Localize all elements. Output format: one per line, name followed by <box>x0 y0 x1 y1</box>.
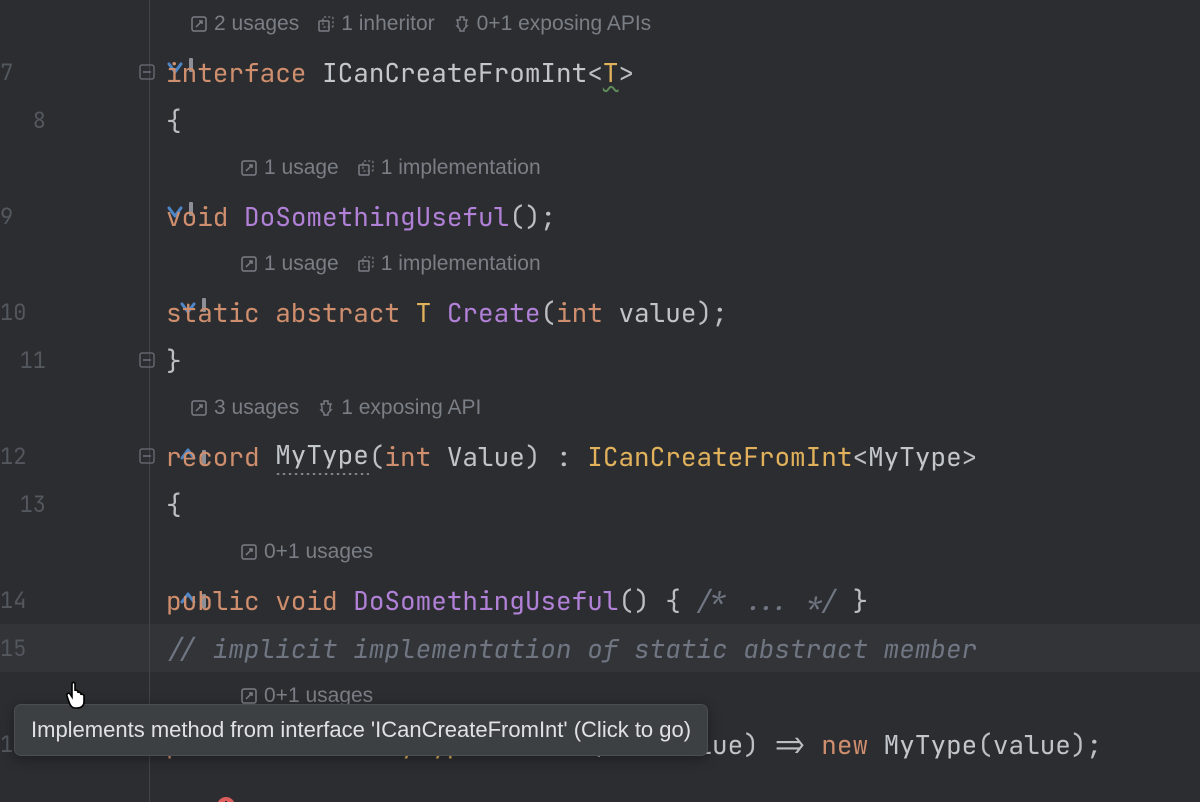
line-number: 9 <box>0 202 13 231</box>
code-line[interactable]: } <box>150 336 1200 384</box>
gutter-row[interactable]: 9 <box>0 192 149 240</box>
line-number: 14 <box>0 586 26 615</box>
codelens[interactable]: 2 usages 1 inheritor 0+1 exposing APIs <box>150 0 1200 48</box>
codelens-exposing: 1 exposing API <box>341 396 481 420</box>
line-number: 13 <box>0 490 46 519</box>
code-area[interactable]: 2 usages 1 inheritor 0+1 exposing APIs i… <box>150 0 1200 768</box>
code-line[interactable]: static abstract T Create(int value); <box>150 288 1200 336</box>
codelens-impl: 1 implementation <box>381 156 541 180</box>
codelens[interactable]: 1 usage 1 implementation <box>150 144 1200 192</box>
gutter-row[interactable]: 13 <box>0 480 149 528</box>
code-line[interactable]: { <box>150 96 1200 144</box>
gutter-row[interactable]: 15 <box>0 624 149 672</box>
code-line[interactable]: // implicit implementation of static abs… <box>150 624 1200 672</box>
codelens-inheritor: 1 inheritor <box>341 12 434 36</box>
line-number: 7 <box>0 58 13 87</box>
gutter-row[interactable]: 7 <box>0 48 149 96</box>
codelens[interactable]: 0+1 usages <box>150 528 1200 576</box>
tooltip-text: Implements method from interface 'ICanCr… <box>31 717 691 742</box>
codelens-impl: 1 implementation <box>381 252 541 276</box>
code-line[interactable]: interface ICanCreateFromInt<T> <box>150 48 1200 96</box>
codelens-usages: 1 usage <box>264 156 339 180</box>
line-number: 8 <box>0 106 46 135</box>
pointer-cursor-icon <box>62 680 86 704</box>
line-number: 15 <box>0 634 26 663</box>
line-number: 10 <box>0 298 26 327</box>
line-number: 12 <box>0 442 26 471</box>
codelens-usages: 0+1 usages <box>264 540 373 564</box>
gutter-row[interactable]: 12 <box>0 432 149 480</box>
code-line[interactable]: public void DoSomethingUseful() { /* ...… <box>150 576 1200 624</box>
code-line[interactable]: record MyType(int Value) : ICanCreateFro… <box>150 432 1200 480</box>
code-line[interactable]: { <box>150 480 1200 528</box>
navigate-tooltip[interactable]: Implements method from interface 'ICanCr… <box>14 704 708 756</box>
gutter-row[interactable]: 10 <box>0 288 149 336</box>
line-number: 11 <box>0 346 46 375</box>
codelens[interactable]: 3 usages 1 exposing API <box>150 384 1200 432</box>
codelens-exposing: 0+1 exposing APIs <box>477 12 652 36</box>
gutter-row[interactable]: 11 <box>0 336 149 384</box>
codelens-usages: 1 usage <box>264 252 339 276</box>
gutter-row[interactable]: 8 <box>0 96 149 144</box>
code-editor: 7 8 9 <box>0 0 1200 802</box>
codelens[interactable]: 1 usage 1 implementation <box>150 240 1200 288</box>
code-line[interactable]: void DoSomethingUseful(); <box>150 192 1200 240</box>
